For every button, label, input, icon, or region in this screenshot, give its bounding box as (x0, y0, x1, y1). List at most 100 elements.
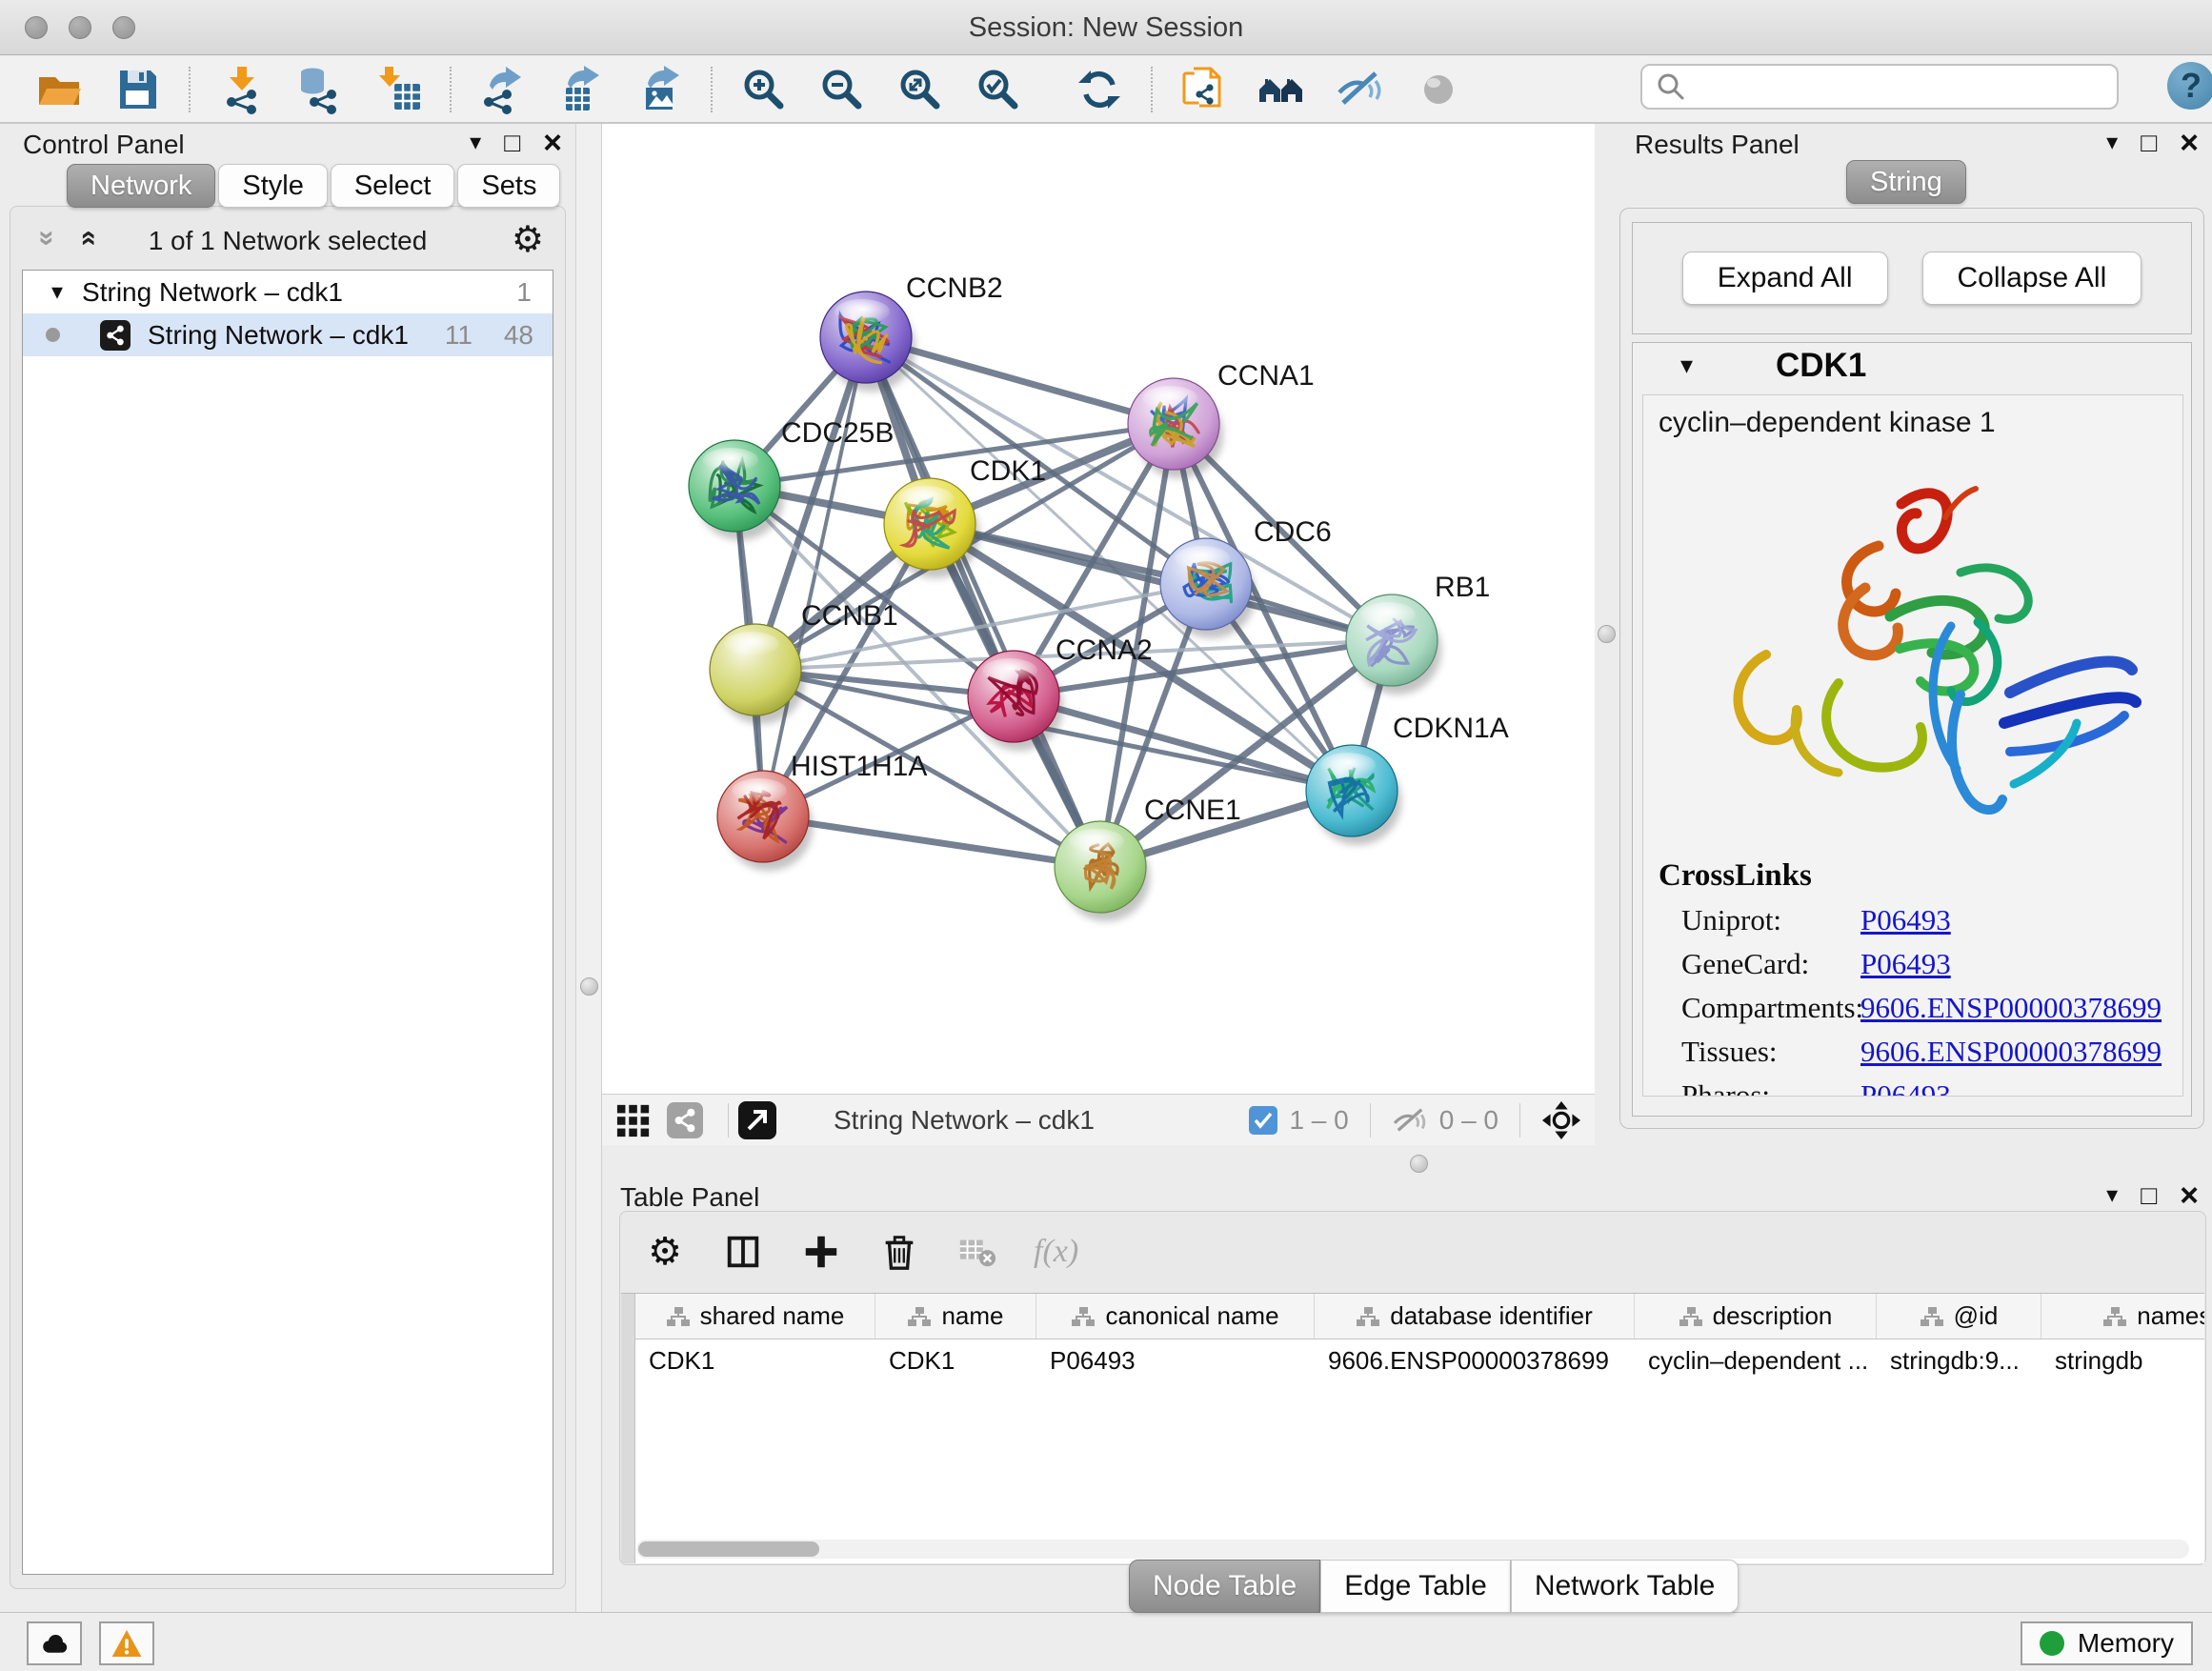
left-splitter[interactable] (575, 124, 602, 1612)
float-panel-icon[interactable]: ▾ (470, 126, 481, 160)
cloud-button[interactable] (27, 1621, 82, 1665)
tab-string[interactable]: String (1846, 160, 1966, 204)
table-cell[interactable]: P06493 (1036, 1339, 1315, 1380)
close-panel-icon[interactable]: × (2180, 126, 2199, 160)
open-folder-button[interactable] (32, 63, 86, 116)
tab-node-table[interactable]: Node Table (1129, 1560, 1320, 1613)
edge-CCNB2-CCNE1[interactable] (866, 337, 1100, 867)
crosslink-link[interactable]: 9606.ENSP00000378699 (1860, 1035, 2162, 1069)
column-header-at-id[interactable]: @id (1877, 1294, 2041, 1339)
network-collection-row[interactable]: ▾String Network – cdk11 (23, 271, 553, 313)
crosslink-link[interactable]: P06493 (1860, 903, 1951, 937)
search-input[interactable] (1688, 71, 2117, 103)
cdk1-section-header[interactable]: ▾ CDK1 (1633, 343, 2191, 391)
network-options-gear-icon[interactable]: ⚙ (512, 218, 544, 260)
maximize-panel-icon[interactable]: □ (2141, 126, 2157, 160)
network-canvas[interactable]: CCNB2CCNA1CDC25BCDK1CDC6RB1CCNB1CCNA2CDK… (602, 124, 1595, 1094)
network-node-HIST1H1A[interactable] (717, 771, 813, 871)
import-table-button[interactable] (372, 63, 425, 116)
network-node-CCNA2[interactable] (968, 651, 1063, 751)
column-header-shared-name[interactable]: shared name (635, 1294, 875, 1339)
node-label-CCNB2: CCNB2 (906, 272, 1003, 304)
table-cell[interactable]: stringdb (2041, 1339, 2204, 1380)
export-network-button[interactable] (476, 63, 530, 116)
table-cell[interactable]: CDK1 (875, 1339, 1036, 1380)
tab-edge-table[interactable]: Edge Table (1320, 1560, 1511, 1613)
column-header-database-identifier[interactable]: database identifier (1315, 1294, 1635, 1339)
expand-arrow-icon[interactable]: ▾ (51, 278, 63, 306)
float-panel-icon[interactable]: ▾ (2106, 126, 2118, 160)
tab-style[interactable]: Style (218, 164, 327, 208)
collapse-arrow-icon[interactable]: ▾ (1680, 351, 1693, 380)
close-panel-icon[interactable]: × (2180, 1178, 2199, 1213)
column-header-namespace[interactable]: namespace (2041, 1294, 2204, 1339)
bottom-splitter-handle[interactable] (1410, 1155, 1428, 1173)
import-network-button[interactable] (215, 63, 269, 116)
crosslink-link[interactable]: P06493 (1860, 947, 1951, 981)
memory-button[interactable]: Memory (2021, 1621, 2193, 1665)
delete-column-trash-icon[interactable] (877, 1230, 921, 1274)
network-node-CDK1[interactable] (884, 478, 979, 578)
node-table[interactable]: shared namenamecanonical namedatabase id… (621, 1293, 2204, 1563)
close-panel-icon[interactable]: × (543, 126, 562, 160)
network-node-RB1[interactable] (1346, 594, 1441, 695)
add-column-icon[interactable] (799, 1230, 843, 1274)
crosslink-link[interactable]: 9606.ENSP00000378699 (1860, 991, 2162, 1025)
export-image-button[interactable] (633, 63, 686, 116)
zoom-selected-button[interactable] (972, 63, 1025, 116)
network-node-CCNA1[interactable] (1128, 378, 1223, 478)
string-network-graph[interactable]: CCNB2CCNA1CDC25BCDK1CDC6RB1CCNB1CCNA2CDK… (602, 124, 1595, 1094)
network-node-CDC25B[interactable] (689, 440, 784, 540)
share-network-icon[interactable] (667, 1102, 703, 1138)
edge-CCNB2-HIST1H1A[interactable] (763, 337, 866, 816)
save-session-button[interactable] (111, 63, 164, 116)
crosslink-link[interactable]: P06493 (1860, 1078, 1951, 1097)
table-cell[interactable]: stringdb:9... (1877, 1339, 2041, 1380)
horizontal-scrollbar[interactable] (636, 1540, 2189, 1559)
scrollbar-thumb[interactable] (638, 1541, 819, 1557)
column-header-description[interactable]: description (1635, 1294, 1877, 1339)
float-panel-icon[interactable]: ▾ (2106, 1178, 2118, 1213)
table-row[interactable]: CDK1CDK1P064939606.ENSP00000378699cyclin… (635, 1339, 2204, 1380)
table-cell[interactable]: 9606.ENSP00000378699 (1315, 1339, 1635, 1380)
show-columns-icon[interactable] (721, 1230, 765, 1274)
collapse-all-button[interactable]: Collapse All (1922, 252, 2142, 305)
maximize-panel-icon[interactable]: □ (504, 126, 520, 160)
expand-all-button[interactable]: Expand All (1682, 252, 1888, 305)
tab-network-table[interactable]: Network Table (1511, 1560, 1739, 1613)
results-buttons-row: Expand All Collapse All (1632, 222, 2192, 334)
crosslink-label: Compartments: (1681, 991, 1863, 1025)
export-table-button[interactable] (554, 63, 608, 116)
hidden-eye-icon[interactable] (1392, 1105, 1428, 1136)
network-row[interactable]: String Network – cdk11148 (23, 313, 553, 356)
export-view-icon[interactable] (738, 1101, 776, 1139)
maximize-panel-icon[interactable]: □ (2141, 1178, 2157, 1213)
warnings-button[interactable] (99, 1621, 154, 1665)
refresh-view-button[interactable] (1073, 63, 1126, 116)
table-cell[interactable]: CDK1 (635, 1339, 875, 1380)
tab-network[interactable]: Network (67, 164, 215, 208)
table-panel: Table Panel ▾ □ × ⚙ f(x) shared namename… (614, 1177, 2212, 1612)
zoom-out-button[interactable] (815, 63, 869, 116)
splitter-handle[interactable] (580, 977, 598, 996)
show-panel-button[interactable] (1412, 63, 1465, 116)
table-cell[interactable]: cyclin–dependent ... (1635, 1339, 1877, 1380)
zoom-fit-button[interactable] (894, 63, 947, 116)
import-network-database-button[interactable] (293, 63, 347, 116)
open-session-file-button[interactable] (1177, 63, 1231, 116)
tab-select[interactable]: Select (331, 164, 455, 208)
edge-HIST1H1A-CCNE1[interactable] (763, 816, 1100, 867)
column-header-name[interactable]: name (875, 1294, 1036, 1339)
search-box[interactable] (1640, 64, 2119, 110)
table-options-gear-icon[interactable]: ⚙ (643, 1230, 687, 1274)
selected-checkbox-icon[interactable] (1249, 1106, 1277, 1135)
network-node-CDKN1A[interactable] (1306, 745, 1401, 845)
tab-sets[interactable]: Sets (457, 164, 560, 208)
zoom-in-button[interactable] (737, 63, 791, 116)
birdseye-grid-icon[interactable] (615, 1102, 652, 1138)
help-button[interactable]: ? (2167, 62, 2212, 110)
home-button[interactable] (1256, 63, 1309, 116)
column-header-canonical-name[interactable]: canonical name (1036, 1294, 1315, 1339)
hide-panel-button[interactable] (1334, 63, 1387, 116)
fit-selected-crosshair-icon[interactable] (1541, 1100, 1581, 1140)
